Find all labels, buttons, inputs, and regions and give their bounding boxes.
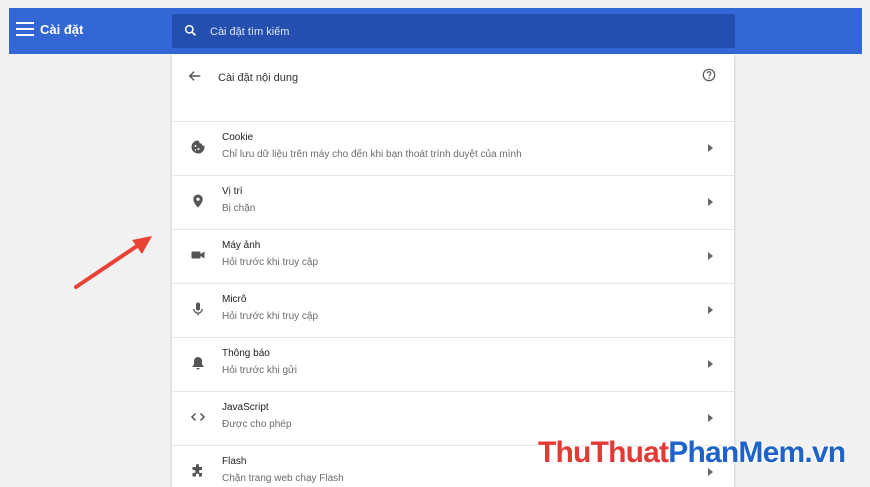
code-icon — [190, 412, 206, 422]
search-box[interactable] — [172, 14, 735, 48]
setting-row-camera[interactable]: Máy ảnh Hỏi trước khi truy cập — [172, 229, 734, 283]
cookie-icon — [191, 140, 205, 154]
setting-row-subtitle: Hỏi trước khi gửi — [222, 365, 297, 376]
setting-row-subtitle: Chặn trang web chạy Flash — [222, 473, 344, 484]
watermark-logo: ThuThuatPhanMem.vn — [538, 436, 846, 470]
watermark-part-2: PhanMem — [668, 436, 805, 469]
back-arrow-icon[interactable] — [188, 69, 202, 83]
setting-row-subtitle: Bị chặn — [222, 203, 256, 214]
chevron-right-icon — [708, 306, 713, 314]
setting-row-title: Máy ảnh — [222, 240, 261, 251]
setting-row-title: Vị trí — [222, 186, 243, 197]
page-title: Cài đặt nội dung — [218, 72, 299, 84]
setting-row-location[interactable]: Vị trí Bị chặn — [172, 175, 734, 229]
setting-row-title: Micrô — [222, 294, 247, 305]
setting-row-title: JavaScript — [222, 402, 269, 413]
setting-row-subtitle: Hỏi trước khi truy cập — [222, 257, 319, 268]
watermark-part-3: .vn — [804, 436, 846, 469]
content-settings-panel: Cài đặt nội dung Cookie Chỉ lưu dữ liệu … — [172, 54, 734, 487]
setting-row-subtitle: Được cho phép — [222, 419, 292, 430]
search-input[interactable] — [208, 22, 712, 42]
chevron-right-icon — [708, 198, 713, 206]
chevron-right-icon — [708, 144, 713, 152]
setting-row-title: Flash — [222, 456, 247, 467]
setting-row-subtitle: Hỏi trước khi truy cập — [222, 311, 319, 322]
top-bar: Cài đặt — [9, 8, 862, 54]
puzzle-icon — [192, 464, 202, 477]
panel-header: Cài đặt nội dung — [172, 54, 734, 104]
camera-icon — [191, 251, 205, 259]
setting-row-title: Cookie — [222, 132, 254, 143]
microphone-icon — [193, 302, 203, 316]
menu-icon[interactable] — [16, 22, 34, 38]
help-icon[interactable] — [702, 68, 716, 82]
app-title: Cài đặt — [40, 22, 84, 37]
chevron-right-icon — [708, 414, 713, 422]
setting-row-title: Thông báo — [222, 348, 270, 359]
search-icon — [184, 24, 196, 36]
annotation-arrow-icon — [74, 236, 152, 289]
chevron-right-icon — [708, 360, 713, 368]
chevron-right-icon — [708, 252, 713, 260]
setting-row-microphone[interactable]: Micrô Hỏi trước khi truy cập — [172, 283, 734, 337]
setting-row-notifications[interactable]: Thông báo Hỏi trước khi gửi — [172, 337, 734, 391]
watermark-part-1: ThuThuat — [538, 436, 669, 469]
setting-row-cookie[interactable]: Cookie Chỉ lưu dữ liệu trên máy cho đến … — [172, 121, 734, 175]
bell-icon — [192, 357, 204, 370]
setting-row-subtitle: Chỉ lưu dữ liệu trên máy cho đến khi bạn… — [222, 149, 522, 160]
location-icon — [193, 194, 203, 208]
